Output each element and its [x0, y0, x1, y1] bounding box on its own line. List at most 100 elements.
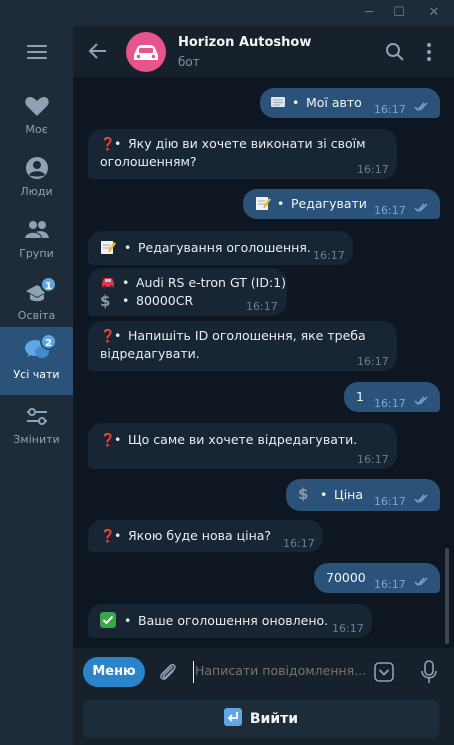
message-text: Ціна	[334, 487, 364, 502]
bot-menu-button[interactable]: Меню	[83, 657, 145, 687]
message-outgoing[interactable]: • Редагувати 16:17	[243, 189, 440, 219]
maximize-button[interactable]: ☐	[390, 4, 408, 22]
message-outgoing[interactable]: 70000 16:17	[314, 563, 440, 593]
paperclip-icon[interactable]	[157, 661, 179, 683]
dollar-icon: $	[298, 485, 309, 503]
sidebar-item-education[interactable]: 1 Освіта	[0, 274, 73, 334]
sidebar-item-label: Моє	[25, 123, 48, 136]
message-input[interactable]	[195, 663, 370, 678]
window-titlebar: ─ ☐ ✕	[0, 0, 454, 26]
message-text-line: Яку дію ви хочете виконати зі своїм	[128, 136, 366, 151]
message-time: 16:17	[283, 537, 315, 550]
more-vertical-icon[interactable]	[425, 42, 433, 62]
scrollbar[interactable]	[445, 548, 449, 644]
double-check-icon	[414, 396, 428, 406]
message-text: Редагувати	[291, 196, 367, 211]
close-window-button[interactable]: ✕	[425, 4, 443, 22]
people-icon	[25, 221, 49, 238]
dollar-icon: $	[100, 292, 111, 310]
message-bullet: •	[122, 275, 130, 290]
message-outgoing[interactable]: 1 16:17	[344, 382, 440, 412]
microphone-icon[interactable]	[419, 660, 439, 684]
minimize-button[interactable]: ─	[360, 4, 378, 22]
message-incoming[interactable]: ❓ • Яку дію ви хочете виконати зі своїм …	[88, 129, 397, 179]
page-emoji-icon	[271, 97, 285, 107]
message-time: 16:17	[374, 495, 406, 508]
message-text: Якою буде нова ціна?	[128, 528, 272, 543]
message-text: 70000	[326, 570, 366, 585]
avatar[interactable]	[126, 32, 166, 72]
exit-button-label: Вийти	[249, 711, 299, 727]
message-incoming[interactable]: • Редагування оголошення. 16:17	[88, 231, 353, 265]
back-arrow-icon[interactable]	[87, 40, 109, 62]
sidebar-item-groups[interactable]: Групи	[0, 212, 73, 272]
message-time: 16:17	[374, 204, 406, 217]
return-arrow-icon	[223, 708, 242, 726]
message-text-line: оголошенням?	[100, 154, 197, 169]
message-text: Мої авто	[306, 95, 362, 110]
check-mark-button-icon	[100, 612, 116, 628]
sidebar-item-label: Освіта	[17, 309, 56, 322]
sidebar-item-label: Люди	[20, 185, 53, 198]
message-outgoing[interactable]: $ • Ціна 16:17	[286, 479, 440, 511]
memo-emoji-icon	[256, 197, 271, 210]
exit-button[interactable]: Вийти	[83, 700, 439, 738]
message-text: 1	[356, 389, 364, 404]
message-bullet: •	[292, 95, 300, 110]
message-time: 16:17	[246, 300, 278, 313]
message-bullet: •	[114, 432, 122, 447]
message-time: 16:17	[332, 622, 364, 635]
message-text: Редагування оголошення.	[138, 240, 311, 255]
message-time: 16:17	[374, 397, 406, 410]
double-check-icon	[414, 494, 428, 504]
car-emoji-icon	[102, 278, 114, 289]
message-bullet: •	[124, 240, 132, 255]
main-menu-button[interactable]	[27, 45, 47, 63]
message-time: 16:17	[374, 103, 406, 116]
double-check-icon	[414, 102, 428, 112]
message-text: Ваше оголошення оновлено.	[138, 613, 329, 628]
bot-keyboard-icon[interactable]	[373, 661, 395, 683]
unread-badge: 2	[40, 333, 57, 350]
message-bullet: •	[114, 328, 122, 343]
memo-emoji-icon	[101, 241, 116, 254]
unread-badge: 1	[40, 276, 57, 293]
sidebar-item-label: Групи	[19, 247, 54, 260]
listing-price: 80000CR	[136, 293, 194, 308]
sidebar-item-moe[interactable]: Моє	[0, 88, 73, 148]
car-icon	[134, 45, 158, 60]
message-bullet: •	[122, 293, 130, 308]
message-composer: Меню	[73, 647, 454, 695]
message-incoming[interactable]: ❓ • Що саме ви хочете відредагувати. 16:…	[88, 423, 397, 469]
sidebar-item-people[interactable]: Люди	[0, 150, 73, 210]
text-caret	[193, 661, 194, 683]
message-time: 16:17	[374, 578, 406, 591]
sidebar-item-all-chats[interactable]: 2 Усі чати	[0, 327, 73, 395]
message-incoming[interactable]: ❓ • Якою буде нова ціна? 16:17	[88, 520, 323, 552]
message-list[interactable]: • Мої авто 16:17 ❓ • Яку дію ви хочете в…	[73, 78, 454, 647]
message-bullet: •	[114, 136, 122, 151]
message-text-line: Напишіть ID оголошення, яке треба	[128, 328, 366, 343]
double-check-icon	[414, 577, 428, 587]
message-bullet: •	[114, 528, 122, 543]
message-bullet: •	[320, 487, 328, 502]
chat-header: Horizon Autoshow бот	[73, 26, 454, 78]
message-incoming[interactable]: ❓ • Напишіть ID оголошення, яке треба ві…	[88, 321, 397, 371]
message-time: 16:17	[357, 163, 389, 176]
message-outgoing[interactable]: • Мої авто 16:17	[260, 88, 440, 118]
person-icon	[26, 157, 48, 179]
sidebar-item-label: Змінити	[13, 433, 60, 446]
chat-title[interactable]: Horizon Autoshow	[178, 35, 311, 50]
sidebar-item-label: Усі чати	[13, 368, 60, 381]
sliders-icon	[27, 408, 47, 425]
message-time: 16:17	[357, 355, 389, 368]
message-bullet: •	[124, 613, 132, 628]
message-incoming[interactable]: • Ваше оголошення оновлено. 16:17	[88, 604, 372, 638]
message-incoming[interactable]: • Audi RS e-tron GT (ID:1) $ • 80000CR 1…	[88, 268, 287, 316]
folders-sidebar: Моє Люди Групи 1 Освіта 2 Усі чати Зміни…	[0, 26, 73, 745]
message-text: Що саме ви хочете відредагувати.	[128, 432, 358, 447]
message-bullet: •	[277, 196, 285, 211]
double-check-icon	[414, 203, 428, 213]
sidebar-item-edit-folders[interactable]: Змінити	[0, 398, 73, 458]
search-icon[interactable]	[385, 42, 405, 62]
